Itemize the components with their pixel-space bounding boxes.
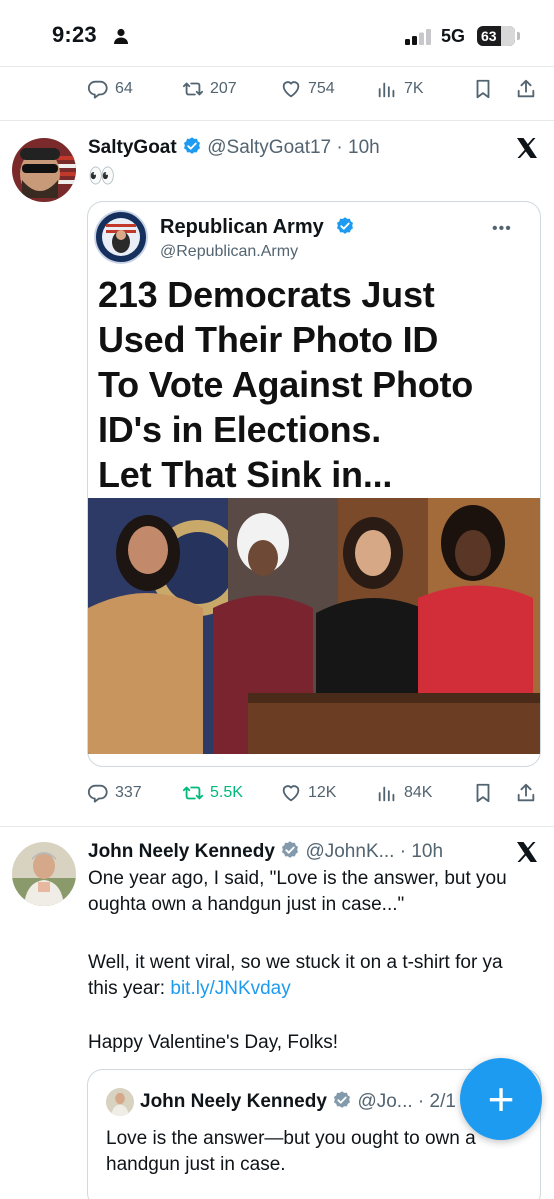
- reply-icon: [87, 80, 108, 99]
- quote-author-handle: @Jo... · 2/1: [357, 1091, 456, 1112]
- avatar[interactable]: [12, 842, 76, 906]
- verified-badge-icon: [282, 841, 299, 858]
- like-count: 754: [308, 80, 335, 97]
- tweet-text-para-2: Well, it went viral, so we stuck it on a…: [88, 952, 503, 999]
- share-icon: [517, 783, 535, 802]
- embed-headline: 213 Democrats Just Used Their Photo ID T…: [98, 274, 474, 495]
- share-button[interactable]: [515, 74, 537, 104]
- retweet-icon: [182, 786, 204, 800]
- quote-author-name: John Neely Kennedy: [140, 1091, 327, 1112]
- views-icon: [378, 786, 395, 802]
- status-time: 9:23: [52, 22, 97, 47]
- like-button[interactable]: 754: [280, 74, 335, 104]
- avatar-image: [12, 842, 76, 906]
- tweet-text-para-1: One year ago, I said, "Love is the answe…: [88, 868, 507, 915]
- reply-button[interactable]: 64: [87, 74, 133, 104]
- reply-icon: [87, 784, 108, 803]
- like-button[interactable]: 12K: [280, 778, 336, 808]
- quote-author: John Neely Kennedy @Jo... · 2/1: [140, 1090, 456, 1113]
- embed-more-icon: •••: [492, 220, 512, 237]
- verified-badge-icon: [334, 1091, 351, 1108]
- tweet-actions: 337 5.5K 12K 84K: [0, 778, 554, 808]
- bookmark-icon: [476, 79, 490, 99]
- author-name[interactable]: SaltyGoat: [88, 137, 177, 158]
- views-button[interactable]: 7K: [376, 74, 424, 104]
- compose-button[interactable]: +: [460, 1058, 542, 1140]
- network-type: 5G: [441, 26, 466, 46]
- tweet-link[interactable]: bit.ly/JNKvday: [170, 978, 290, 999]
- divider: [0, 826, 554, 827]
- retweet-button[interactable]: 207: [182, 74, 237, 104]
- status-bar: 9:23 5G 63: [0, 0, 554, 66]
- views-count: 84K: [404, 784, 433, 801]
- divider: [0, 120, 554, 121]
- views-icon: [378, 82, 395, 98]
- retweet-icon: [182, 82, 204, 96]
- verified-badge-icon: [183, 137, 200, 154]
- author-handle[interactable]: @JohnK... · 10h: [305, 841, 443, 862]
- republican-army-logo: [94, 210, 148, 264]
- views-count: 7K: [404, 80, 424, 97]
- bookmark-button[interactable]: [472, 778, 494, 808]
- heart-icon: [282, 785, 300, 802]
- retweet-count: 207: [210, 80, 237, 97]
- tweet-author[interactable]: SaltyGoat @SaltyGoat17 · 10h: [88, 136, 380, 159]
- share-icon: [517, 79, 535, 98]
- author-name[interactable]: John Neely Kennedy: [88, 841, 275, 862]
- avatar-image: [106, 1088, 134, 1116]
- cellular-signal-icon: [405, 29, 431, 45]
- retweet-count: 5.5K: [210, 784, 243, 801]
- avatar-image: [12, 138, 76, 202]
- embed-account-name: Republican Army: [160, 216, 355, 239]
- author-handle[interactable]: @SaltyGoat17 · 10h: [207, 137, 379, 158]
- tweet-text-para-3: Happy Valentine's Day, Folks!: [88, 1032, 339, 1053]
- tweet-author[interactable]: John Neely Kennedy @JohnK... · 10h: [88, 840, 443, 863]
- reply-button[interactable]: 337: [87, 778, 142, 808]
- quote-text: Love is the answer—but you ought to own …: [106, 1128, 476, 1175]
- bookmark-button[interactable]: [472, 74, 494, 104]
- bookmark-icon: [476, 783, 490, 803]
- embed-account-handle: @Republican.Army: [160, 243, 299, 260]
- divider: [0, 66, 554, 67]
- tweet-image[interactable]: Republican Army @Republican.Army ••• 213…: [87, 201, 541, 767]
- tweet-text: 👀: [88, 163, 116, 188]
- embed-avatar: [94, 210, 148, 264]
- quote-avatar: [106, 1088, 134, 1116]
- battery-icon: 63: [477, 26, 515, 46]
- avatar[interactable]: [12, 138, 76, 202]
- heart-icon: [282, 81, 300, 98]
- plus-icon: +: [487, 1073, 515, 1125]
- x-logo-icon: [517, 138, 537, 158]
- retweet-button[interactable]: 5.5K: [182, 778, 243, 808]
- focus-person-icon: [114, 28, 128, 44]
- x-logo-icon: [517, 842, 537, 862]
- views-button[interactable]: 84K: [376, 778, 432, 808]
- battery-level: 63: [481, 28, 497, 44]
- like-count: 12K: [308, 784, 337, 801]
- embed-photo: [88, 498, 540, 754]
- verified-badge-icon: [337, 217, 354, 234]
- reply-count: 337: [115, 784, 142, 801]
- reply-count: 64: [115, 80, 133, 97]
- tweet-actions: 64 207 754 7K: [0, 74, 554, 104]
- share-button[interactable]: [515, 778, 537, 808]
